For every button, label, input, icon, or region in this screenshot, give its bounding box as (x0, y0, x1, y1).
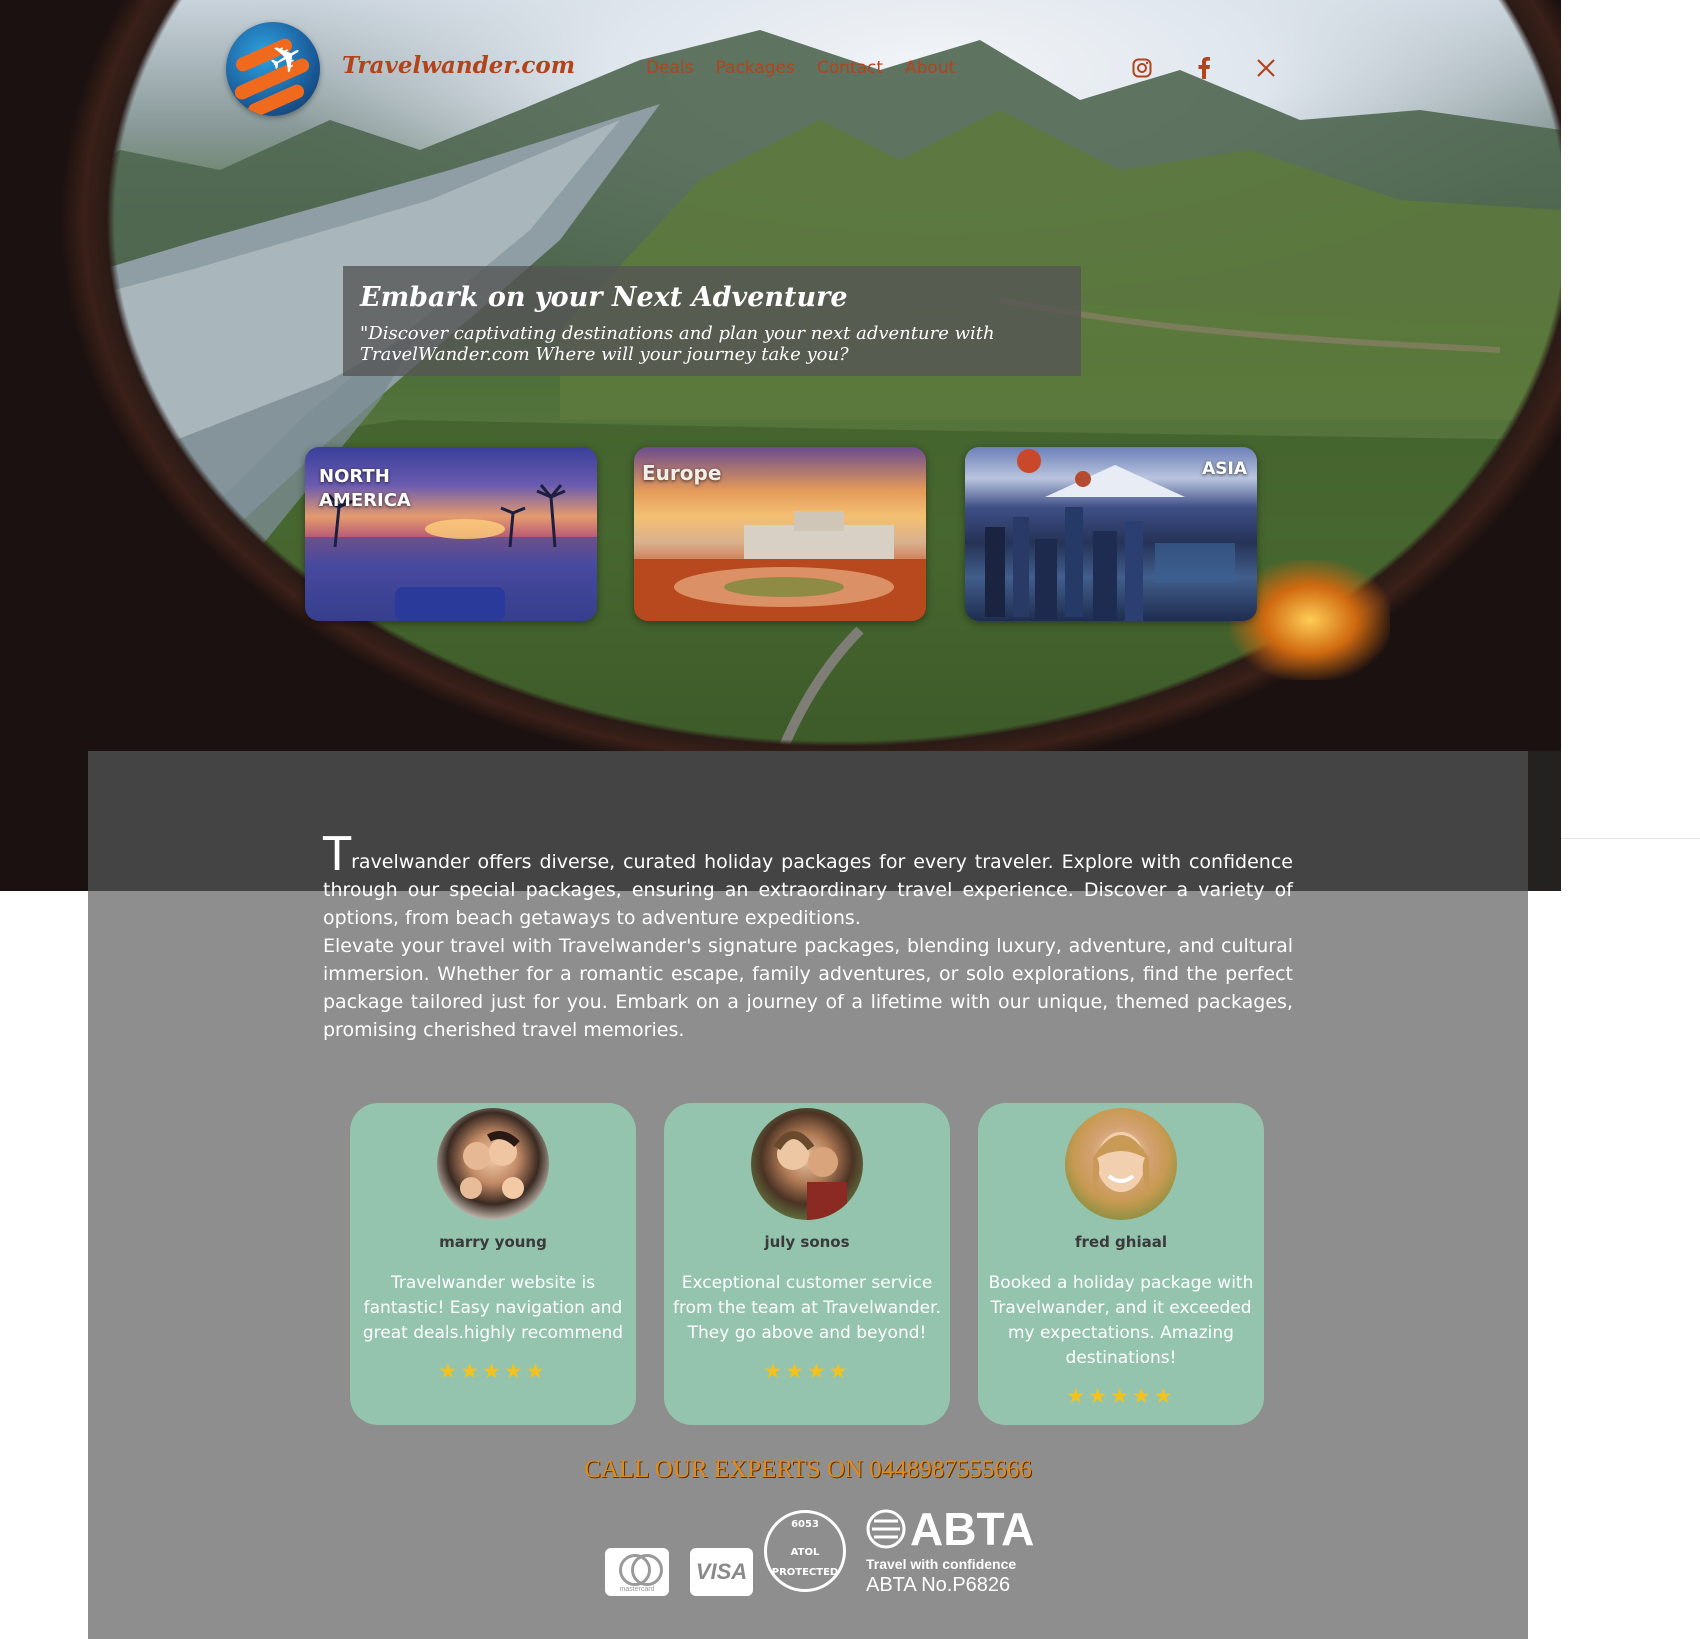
x-icon[interactable] (1254, 56, 1278, 80)
review-card: july sonos Exceptional customer service … (664, 1103, 950, 1425)
main-nav: Deals Packages Contact About (646, 58, 955, 78)
hero-title: Embark on your Next Adventure (360, 282, 848, 313)
hero-headline-box: Embark on your Next Adventure "Discover … (343, 266, 1081, 376)
destination-card-asia[interactable]: ASIA (965, 447, 1257, 621)
mastercard-label: mastercard (619, 1586, 655, 1593)
drop-cap: T (323, 827, 352, 881)
reviewer-avatar (1065, 1108, 1177, 1220)
intro-paragraph-1: ravelwander offers diverse, curated holi… (323, 851, 1293, 929)
abta-logo-text: ABTA (910, 1503, 1035, 1555)
destination-card-europe[interactable]: Europe (634, 447, 926, 621)
reviewer-avatar (751, 1108, 863, 1220)
abta-number: ABTA No.P6826 (866, 1574, 1011, 1596)
destination-label-line2: AMERICA (319, 490, 411, 511)
star-rating: ★★★★ (763, 1359, 851, 1383)
nav-packages[interactable]: Packages (716, 58, 795, 78)
review-card: marry young Travelwander website is fant… (350, 1103, 636, 1425)
atol-protected-badge: 6053 ATOL PROTECTED (764, 1510, 846, 1592)
nav-deals[interactable]: Deals (646, 58, 694, 78)
reviewer-avatar (437, 1108, 549, 1220)
review-text: Booked a holiday package with Travelwand… (988, 1273, 1254, 1368)
nav-contact[interactable]: Contact (817, 58, 883, 78)
destination-label: Europe (642, 461, 722, 485)
destination-label: ASIA (1202, 459, 1247, 479)
abta-badge: ABTA Travel with confidence ABTA No.P682… (866, 1506, 1034, 1597)
reviewer-name: marry young (439, 1233, 547, 1251)
abta-tagline: Travel with confidence (866, 1556, 1017, 1572)
abta-globe-icon (866, 1509, 906, 1549)
reviewer-name: july sonos (764, 1233, 850, 1251)
social-links (1130, 56, 1278, 80)
instagram-icon[interactable] (1130, 56, 1154, 80)
review-text: Travelwander website is fantastic! Easy … (362, 1273, 624, 1343)
divider (1561, 838, 1700, 839)
visa-badge: VISA (690, 1548, 753, 1596)
mastercard-badge: mastercard (605, 1548, 669, 1596)
review-text: Exceptional customer service from the te… (673, 1273, 941, 1343)
brand-name[interactable]: Travelwander.com (342, 52, 575, 79)
intro-text: Travelwander offers diverse, curated hol… (323, 831, 1293, 1044)
atol-number: 6053 (791, 1519, 819, 1530)
reviewer-name: fred ghiaal (1075, 1233, 1167, 1251)
destination-card-north-america[interactable]: NORTH AMERICA (305, 447, 597, 621)
facebook-icon[interactable] (1192, 56, 1216, 80)
destination-label-line1: NORTH (319, 466, 390, 487)
intro-paragraph-2: Elevate your travel with Travelwander's … (323, 935, 1293, 1041)
nav-about[interactable]: About (905, 58, 955, 78)
star-rating: ★★★★★ (438, 1359, 548, 1383)
review-card: fred ghiaal Booked a holiday package wit… (978, 1103, 1264, 1425)
hero-subtitle: "Discover captivating destinations and p… (360, 323, 995, 365)
brand-logo[interactable]: ✈ (226, 22, 320, 116)
atol-protected-label: PROTECTED (771, 1567, 839, 1578)
star-rating: ★★★★★ (1066, 1384, 1176, 1408)
call-experts-banner[interactable]: CALL OUR EXPERTS ON 0448987555666 (0, 1456, 1616, 1484)
atol-label: ATOL (790, 1547, 820, 1558)
